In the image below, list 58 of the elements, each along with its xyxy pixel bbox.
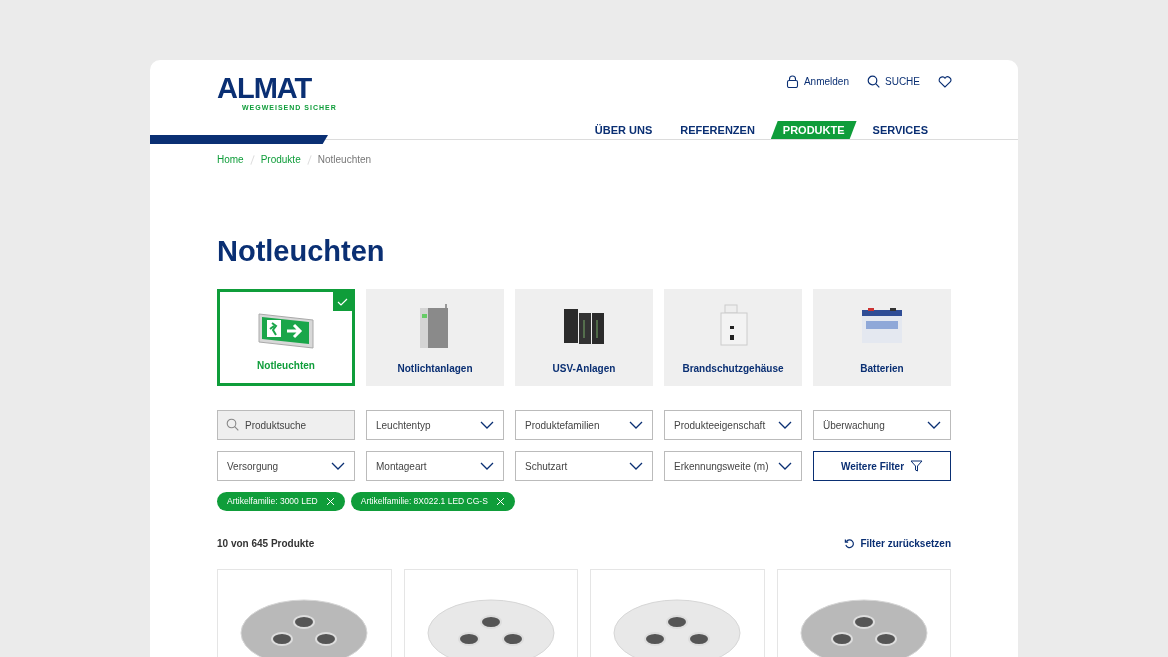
- filter-dropdown[interactable]: Überwachung: [813, 410, 951, 440]
- category-label: Notleuchten: [257, 359, 315, 373]
- breadcrumb-current-page: Notleuchten: [317, 153, 372, 167]
- chevron-down-icon: [778, 462, 792, 470]
- chevron-down-icon: [480, 462, 494, 470]
- more-filters-button[interactable]: Weitere Filter: [813, 451, 951, 481]
- nav-tab[interactable]: REFERENZEN: [668, 121, 767, 139]
- filter-dropdown[interactable]: Produktefamilien: [515, 410, 653, 440]
- category-label: Batterien: [860, 362, 904, 376]
- lock-icon: [785, 75, 799, 88]
- filter-dropdown[interactable]: Versorgung: [217, 451, 355, 481]
- filter-dropdown[interactable]: Leuchtentyp: [366, 410, 504, 440]
- nav-tab[interactable]: PRODUKTE: [770, 121, 857, 139]
- product-card[interactable]: [776, 569, 951, 657]
- nav-tab[interactable]: ÜBER UNS: [582, 121, 665, 139]
- category-label: Brandschutzgehäuse: [682, 362, 784, 376]
- heart-icon[interactable]: [938, 75, 952, 88]
- chevron-down-icon: [778, 421, 792, 429]
- breadcrumb-link[interactable]: Home: [217, 152, 244, 167]
- result-count: 10 von 645 Produkte: [217, 537, 315, 551]
- filter-dropdown[interactable]: Produkteeigenschaft: [664, 410, 802, 440]
- filter-icon: [910, 460, 924, 472]
- cabinets-drawing: [562, 308, 606, 346]
- category-label: Notlichtanlagen: [397, 362, 473, 376]
- category-tile[interactable]: Notleuchten: [217, 289, 355, 386]
- filter-dropdown[interactable]: Montageart: [366, 451, 504, 481]
- product-card[interactable]: [217, 569, 392, 657]
- category-tile[interactable]: Batterien: [813, 289, 951, 386]
- chevron-down-icon: [629, 421, 643, 429]
- chevron-down-icon: [480, 421, 494, 429]
- reset-filters-link[interactable]: Filter zurücksetzen: [844, 536, 951, 551]
- filter-dropdown[interactable]: Erkennungsweite (m): [664, 451, 802, 481]
- filter-chip[interactable]: Artikelfamilie: 8X022.1 LED CG-S: [350, 492, 515, 511]
- search-field[interactable]: Produktsuche: [217, 410, 355, 440]
- check-icon: [333, 292, 352, 311]
- category-label: USV-Anlagen: [552, 362, 616, 376]
- reset-icon: [844, 538, 856, 549]
- exit-sign-drawing: [257, 310, 315, 350]
- category-tile[interactable]: Brandschutzgehäuse: [664, 289, 802, 386]
- search-link[interactable]: SUCHE: [867, 74, 920, 89]
- search-icon: [867, 75, 880, 88]
- nav-tab[interactable]: SERVICES: [860, 121, 940, 139]
- chevron-down-icon: [331, 462, 345, 470]
- category-tile[interactable]: Notlichtanlagen: [366, 289, 504, 386]
- login-link[interactable]: Anmelden: [785, 74, 849, 89]
- close-icon[interactable]: [495, 497, 505, 506]
- page-title: Notleuchten: [217, 234, 386, 269]
- close-icon[interactable]: [325, 497, 335, 506]
- breadcrumb-link[interactable]: Produkte: [260, 152, 301, 167]
- search-icon: [226, 418, 239, 431]
- category-tile[interactable]: USV-Anlagen: [515, 289, 653, 386]
- filter-dropdown[interactable]: Schutzart: [515, 451, 653, 481]
- chevron-down-icon: [629, 462, 643, 470]
- product-card[interactable]: [403, 569, 578, 657]
- product-card[interactable]: [590, 569, 765, 657]
- filter-chip[interactable]: Artikelfamilie: 3000 LED: [217, 492, 345, 511]
- chevron-down-icon: [927, 421, 941, 429]
- logo[interactable]: ALMAT: [217, 74, 337, 102]
